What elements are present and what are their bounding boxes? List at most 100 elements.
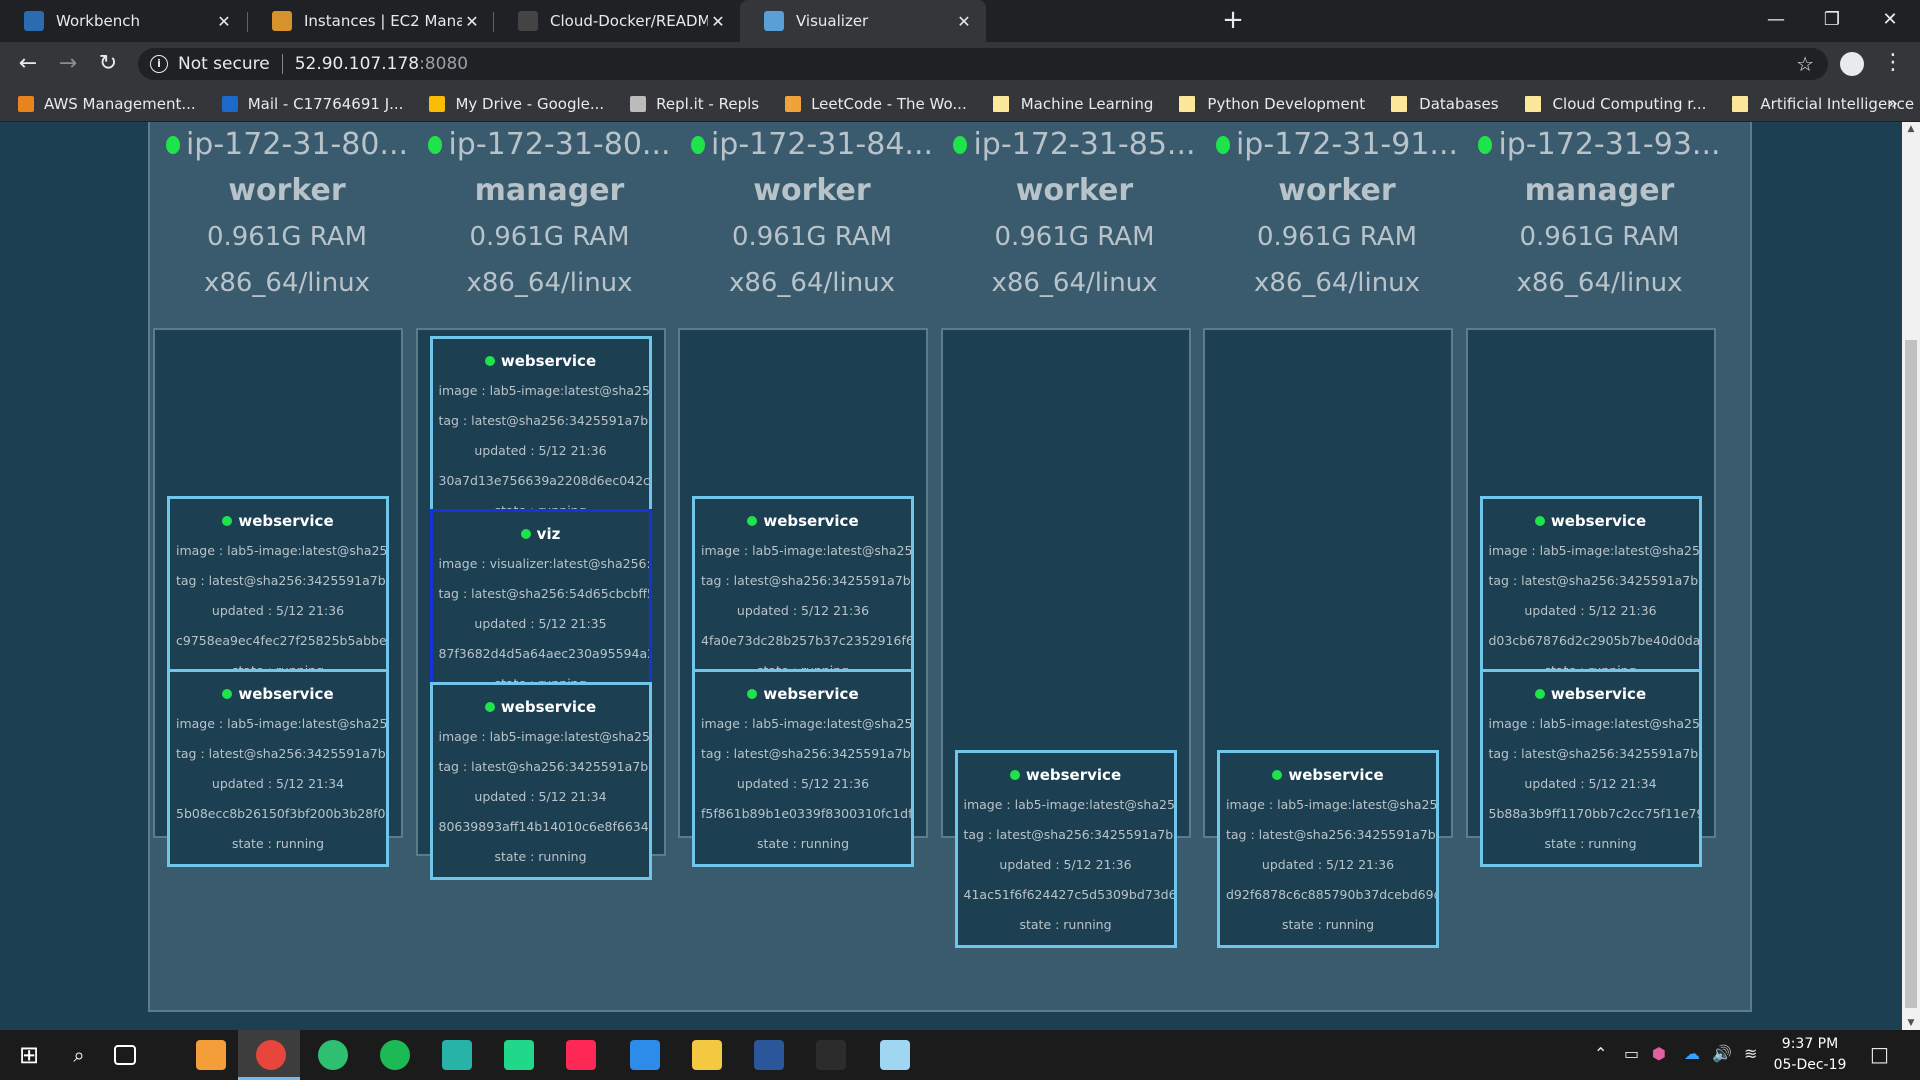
scroll-up-icon[interactable]: ▲ bbox=[1902, 124, 1920, 134]
word-icon[interactable] bbox=[754, 1040, 784, 1070]
node-status-dot-icon bbox=[1478, 136, 1493, 154]
page-scrollbar[interactable]: ▲ ▼ bbox=[1902, 122, 1920, 1030]
system-clock[interactable]: 9:37 PM 05-Dec-19 bbox=[1770, 1034, 1850, 1076]
show-hidden-icons-icon[interactable]: ⌃ bbox=[1594, 1044, 1607, 1063]
node-task-container: webservice image : lab5-image:latest@sha2… bbox=[940, 328, 1191, 948]
task-status-dot-icon bbox=[747, 516, 758, 526]
profile-avatar-icon[interactable] bbox=[1840, 52, 1864, 76]
task-updated: updated : 5/12 21:36 bbox=[736, 776, 870, 791]
bookmark-star-icon[interactable]: ☆ bbox=[1796, 52, 1814, 76]
task-card[interactable]: webservice image : lab5-image:latest@sha2… bbox=[692, 669, 914, 867]
sublime-text-icon[interactable] bbox=[196, 1040, 226, 1070]
node-hostname: ip-172-31-84... bbox=[681, 122, 943, 168]
url-port: :8080 bbox=[419, 54, 469, 74]
vscode-icon[interactable] bbox=[630, 1040, 660, 1070]
task-updated: updated : 5/12 21:36 bbox=[1261, 857, 1395, 872]
node-platform: x86_64/linux bbox=[1516, 268, 1683, 298]
bookmark-folder[interactable]: Python Development bbox=[1179, 95, 1365, 113]
bookmark-folder[interactable]: Machine Learning bbox=[992, 95, 1153, 113]
node-hostname-text: ip-172-31-80... bbox=[448, 127, 671, 162]
more-menu-icon[interactable]: ⋮ bbox=[1882, 50, 1904, 75]
close-window-button[interactable]: ✕ bbox=[1870, 4, 1910, 36]
chrome-icon[interactable] bbox=[256, 1040, 286, 1070]
search-icon[interactable]: ⌕ bbox=[64, 1040, 94, 1070]
volume-icon[interactable]: 🔊 bbox=[1712, 1044, 1732, 1063]
task-image: image : lab5-image:latest@sha256:3 bbox=[1488, 716, 1699, 731]
bookmark-folder[interactable]: Cloud Computing r... bbox=[1524, 95, 1706, 113]
task-card[interactable]: webservice image : lab5-image:latest@sha2… bbox=[1217, 750, 1439, 948]
task-tag: tag : latest@sha256:3425591a7b2ab bbox=[438, 759, 649, 774]
scrollbar-thumb[interactable] bbox=[1905, 340, 1917, 1008]
task-card[interactable]: webservice image : lab5-image:latest@sha2… bbox=[429, 682, 652, 880]
info-icon[interactable]: i bbox=[150, 55, 168, 73]
task-card[interactable]: webservice image : lab5-image:latest@sha2… bbox=[1479, 496, 1702, 694]
bookmark-item[interactable]: My Drive - Google... bbox=[429, 95, 604, 113]
battery-icon[interactable]: ▭ bbox=[1624, 1044, 1639, 1063]
task-card[interactable]: viz image : visualizer:latest@sha256:54c t… bbox=[429, 509, 652, 707]
node-role: worker bbox=[753, 173, 871, 208]
onedrive-icon[interactable]: ☁ bbox=[1684, 1044, 1700, 1063]
notepad-icon[interactable] bbox=[880, 1040, 910, 1070]
task-tag: tag : latest@sha256:3425591a7b2ab bbox=[1226, 827, 1436, 842]
node-hostname-text: ip-172-31-80... bbox=[185, 127, 409, 162]
scroll-down-icon[interactable]: ▼ bbox=[1902, 1018, 1920, 1028]
bookmark-favicon-icon bbox=[221, 95, 238, 112]
node-task-container: webservice image : lab5-image:latest@sha2… bbox=[1203, 328, 1453, 948]
bookmark-folder[interactable]: Databases bbox=[1391, 94, 1499, 113]
task-card[interactable]: webservice image : lab5-image:latest@sha2… bbox=[954, 750, 1177, 948]
tab-close-icon[interactable]: ✕ bbox=[954, 12, 974, 31]
wifi-icon[interactable]: ≋ bbox=[1744, 1044, 1757, 1063]
vocareum-icon bbox=[24, 11, 44, 31]
spotify-icon[interactable] bbox=[380, 1040, 410, 1070]
task-image: image : lab5-image:latest@sha256:3 bbox=[438, 729, 649, 744]
task-card[interactable]: webservice image : lab5-image:latest@sha2… bbox=[167, 496, 389, 694]
forward-button[interactable]: → bbox=[54, 50, 82, 78]
node-ram: 0.961G RAM bbox=[1519, 222, 1680, 252]
task-tag: tag : latest@sha256:54d65cbcbff52e bbox=[438, 586, 649, 601]
tab-close-icon[interactable]: ✕ bbox=[708, 12, 728, 31]
bookmark-label: Databases bbox=[1419, 94, 1499, 113]
task-service-label: webservice bbox=[763, 512, 859, 530]
node-header: ip-172-31-85... worker 0.961G RAM x86_64/li… bbox=[944, 122, 1206, 306]
browser-tab[interactable]: Visualizer ✕ bbox=[740, 0, 986, 42]
node-header: ip-172-31-80... worker 0.961G RAM x86_64/li… bbox=[156, 122, 418, 306]
browser-tab[interactable]: Workbench ✕ bbox=[0, 0, 246, 42]
url-host: 52.90.107.178 bbox=[294, 54, 420, 74]
bookmark-item[interactable]: Repl.it - Repls bbox=[630, 95, 759, 113]
tab-close-icon[interactable]: ✕ bbox=[214, 12, 234, 31]
reload-button[interactable]: ↻ bbox=[94, 50, 122, 78]
bookmark-item[interactable]: Mail - C17764691 J... bbox=[221, 95, 403, 113]
task-service-name: webservice bbox=[433, 346, 649, 376]
task-card[interactable]: webservice image : lab5-image:latest@sha2… bbox=[167, 669, 389, 867]
swarm-node: ip-172-31-80... worker 0.961G RAM x86_64/li… bbox=[153, 122, 418, 867]
atom-icon[interactable] bbox=[318, 1040, 348, 1070]
notifications-icon[interactable]: □ bbox=[1870, 1042, 1889, 1066]
pycharm-icon[interactable] bbox=[504, 1040, 534, 1070]
tab-close-icon[interactable]: ✕ bbox=[462, 12, 482, 31]
bookmark-item[interactable]: AWS Management... bbox=[18, 95, 196, 113]
task-view-icon[interactable] bbox=[114, 1045, 136, 1065]
restore-button[interactable]: ❐ bbox=[1812, 4, 1852, 36]
app-tray-icon[interactable]: ⬢ bbox=[1652, 1044, 1666, 1063]
bookmarks-overflow-icon[interactable]: » bbox=[1887, 93, 1898, 114]
browser-tab[interactable]: Cloud-Docker/README-lab4.md✕ bbox=[494, 0, 740, 42]
minimize-button[interactable]: — bbox=[1756, 4, 1796, 36]
node-hostname: ip-172-31-91... bbox=[1206, 122, 1468, 168]
new-tab-button[interactable]: + bbox=[1218, 6, 1248, 36]
task-card[interactable]: webservice image : lab5-image:latest@sha2… bbox=[429, 336, 652, 534]
file-explorer-icon[interactable] bbox=[692, 1040, 722, 1070]
task-card[interactable]: webservice image : lab5-image:latest@sha2… bbox=[1479, 669, 1702, 867]
task-state: state : running bbox=[494, 849, 587, 864]
swarm-node: ip-172-31-84... worker 0.961G RAM x86_64/li… bbox=[678, 122, 943, 867]
back-button[interactable]: ← bbox=[14, 50, 42, 78]
github-icon bbox=[518, 11, 538, 31]
task-card[interactable]: webservice image : lab5-image:latest@sha2… bbox=[692, 496, 914, 694]
browser-tab[interactable]: Instances | EC2 Management Cor✕ bbox=[248, 0, 494, 42]
address-bar[interactable]: i Not secure 52.90.107.178 :8080 ☆ bbox=[138, 48, 1828, 80]
datagrip-icon[interactable] bbox=[442, 1040, 472, 1070]
intellij-icon[interactable] bbox=[566, 1040, 596, 1070]
bookmark-label: My Drive - Google... bbox=[455, 94, 605, 113]
windows-start-icon[interactable]: ⊞ bbox=[14, 1040, 44, 1070]
terminal-icon[interactable] bbox=[816, 1040, 846, 1070]
bookmark-item[interactable]: LeetCode - The Wo... bbox=[785, 95, 967, 113]
